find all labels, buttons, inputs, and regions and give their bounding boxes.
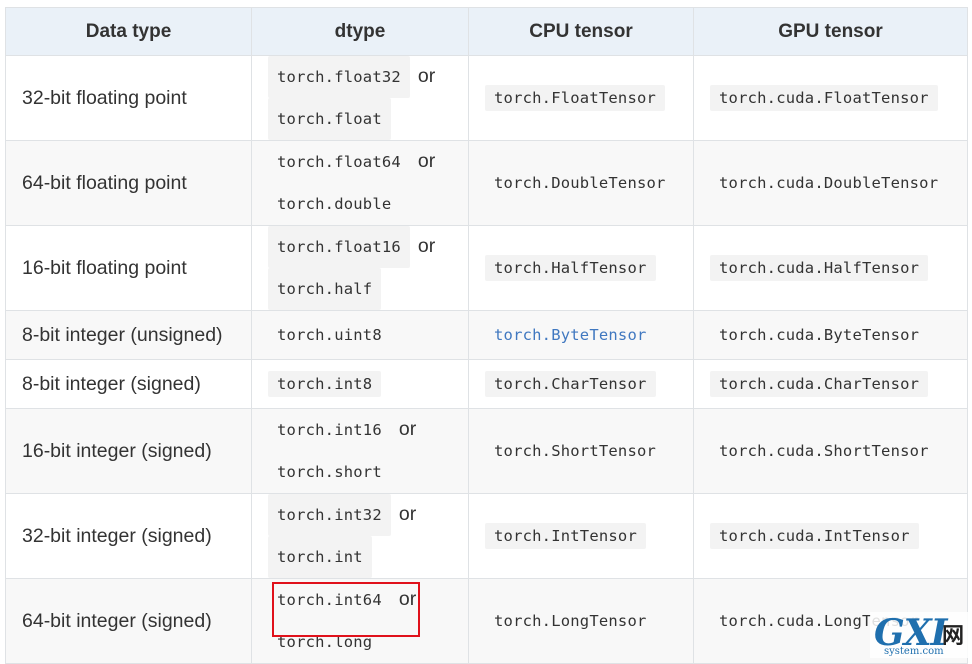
data-type-cell: 32-bit floating point — [5, 55, 252, 141]
cpu-tensor-cell: torch.ByteTensor — [468, 310, 694, 360]
header-gpu-tensor: GPU tensor — [693, 7, 968, 56]
table-row: 8-bit integer (unsigned) torch.uint8 tor… — [5, 310, 968, 360]
watermark-logo: GXI 网 system.com — [870, 612, 970, 658]
gpu-tensor-code: torch.cuda.DoubleTensor — [719, 174, 939, 192]
or-text: or — [398, 503, 417, 525]
data-type-cell: 16-bit integer (signed) — [5, 408, 252, 494]
dtype-code: torch.uint8 — [277, 326, 382, 344]
table-row: 64-bit floating point torch.float64 or to… — [5, 140, 968, 226]
dtype-code: torch.float64 — [277, 153, 401, 171]
cpu-tensor-cell: torch.FloatTensor — [468, 55, 694, 141]
data-type-cell: 32-bit integer (signed) — [5, 493, 252, 579]
dtype-code: torch.float16 — [268, 226, 410, 268]
gpu-tensor-cell: torch.cuda.ByteTensor — [693, 310, 968, 360]
dtype-cell: torch.uint8 — [251, 310, 469, 360]
dtype-cell: torch.float16 or torch.half — [251, 225, 469, 311]
cpu-tensor-cell: torch.LongTensor — [468, 578, 694, 664]
dtype-cell: torch.float32 or torch.float — [251, 55, 469, 141]
data-type-cell: 64-bit integer (signed) — [5, 578, 252, 664]
header-data-type: Data type — [5, 7, 252, 56]
gpu-tensor-cell: torch.cuda.CharTensor — [693, 359, 968, 409]
dtype-code: torch.int32 — [268, 494, 391, 536]
table-row: 8-bit integer (signed) torch.int8 torch.… — [5, 359, 968, 409]
gpu-tensor-cell: torch.cuda.HalfTensor — [693, 225, 968, 311]
dtype-cell: torch.int8 — [251, 359, 469, 409]
table-row: 32-bit integer (signed) torch.int32 or to… — [5, 493, 968, 579]
or-text: or — [417, 235, 436, 257]
header-dtype: dtype — [251, 7, 469, 56]
dtype-alias-code: torch.int — [268, 536, 372, 578]
cpu-tensor-code: torch.ShortTensor — [494, 442, 657, 460]
cpu-tensor-cell: torch.IntTensor — [468, 493, 694, 579]
cpu-tensor-code: torch.LongTensor — [494, 612, 647, 630]
dtype-alias-code: torch.half — [268, 268, 382, 310]
header-cpu-tensor: CPU tensor — [468, 7, 694, 56]
dtype-cell: torch.float64 or torch.double — [251, 140, 469, 226]
or-text: or — [417, 65, 436, 87]
data-type-cell: 8-bit integer (unsigned) — [5, 310, 252, 360]
data-type-cell: 64-bit floating point — [5, 140, 252, 226]
or-text: or — [417, 150, 436, 172]
gpu-tensor-code: torch.cuda.HalfTensor — [710, 255, 929, 281]
cpu-tensor-link[interactable]: torch.ByteTensor — [485, 322, 656, 348]
cpu-tensor-code: torch.FloatTensor — [485, 85, 666, 111]
cpu-tensor-cell: torch.HalfTensor — [468, 225, 694, 311]
gpu-tensor-cell: torch.cuda.DoubleTensor — [693, 140, 968, 226]
cpu-tensor-cell: torch.CharTensor — [468, 359, 694, 409]
gpu-tensor-code: torch.cuda.ShortTensor — [719, 442, 929, 460]
dtype-alias-code: torch.double — [277, 195, 392, 213]
cpu-tensor-cell: torch.DoubleTensor — [468, 140, 694, 226]
gpu-tensor-cell: torch.cuda.IntTensor — [693, 493, 968, 579]
cpu-tensor-code: torch.DoubleTensor — [494, 174, 666, 192]
highlight-box — [272, 582, 420, 637]
watermark-site: system.com — [884, 646, 944, 657]
dtype-alias-code: torch.short — [277, 463, 382, 481]
table-row: 32-bit floating point torch.float32 or to… — [5, 55, 968, 141]
cpu-tensor-code: torch.CharTensor — [485, 371, 656, 397]
cpu-tensor-cell: torch.ShortTensor — [468, 408, 694, 494]
or-text: or — [398, 418, 417, 440]
gpu-tensor-code: torch.cuda.FloatTensor — [710, 85, 938, 111]
data-type-cell: 16-bit floating point — [5, 225, 252, 311]
table-header-row: Data type dtype CPU tensor GPU tensor — [5, 7, 968, 56]
table-row: 64-bit integer (signed) torch.int64 or to… — [5, 578, 968, 664]
dtype-cell: torch.int16 or torch.short — [251, 408, 469, 494]
dtype-table: Data type dtype CPU tensor GPU tensor 32… — [5, 7, 968, 664]
gpu-tensor-cell: torch.cuda.FloatTensor — [693, 55, 968, 141]
data-type-cell: 8-bit integer (signed) — [5, 359, 252, 409]
cpu-tensor-code: torch.IntTensor — [485, 523, 646, 549]
watermark-suffix: 网 — [942, 624, 965, 649]
dtype-code: torch.float32 — [268, 56, 410, 98]
table-row: 16-bit floating point torch.float16 or to… — [5, 225, 968, 311]
cpu-tensor-code: torch.HalfTensor — [485, 255, 656, 281]
gpu-tensor-code: torch.cuda.CharTensor — [710, 371, 929, 397]
dtype-code: torch.int8 — [268, 371, 382, 397]
dtype-code: torch.int16 — [277, 421, 382, 439]
gpu-tensor-code: torch.cuda.ByteTensor — [719, 326, 920, 344]
table-row: 16-bit integer (signed) torch.int16 or to… — [5, 408, 968, 494]
gpu-tensor-cell: torch.cuda.ShortTensor — [693, 408, 968, 494]
dtype-cell: torch.int32 or torch.int — [251, 493, 469, 579]
dtype-alias-code: torch.float — [268, 98, 391, 140]
gpu-tensor-code: torch.cuda.IntTensor — [710, 523, 919, 549]
